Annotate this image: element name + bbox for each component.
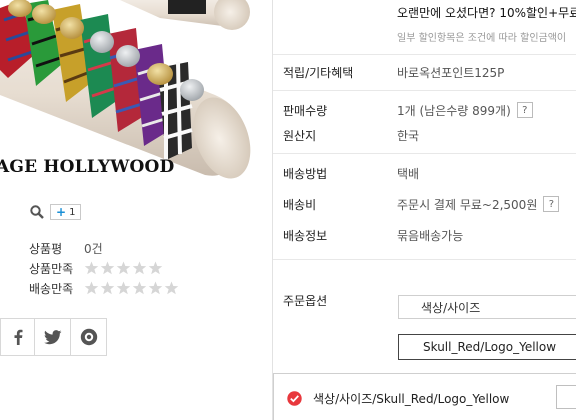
- row-points: 적립/기타혜택 바로옥션포인트125P: [273, 62, 576, 82]
- star-icon: [100, 261, 115, 275]
- product-info-panel: 오랜만에 오셨다면? 10%할인+무료 일부 할인항목은 조건에 따라 할인금액…: [272, 0, 576, 420]
- star-icon: [148, 281, 163, 295]
- facebook-share-button[interactable]: [1, 319, 34, 355]
- divider: [273, 153, 576, 154]
- option-select-value: 색상/사이즈: [421, 300, 481, 315]
- row-shipping-method: 배송방법 택배: [273, 163, 576, 183]
- option-select-color-size[interactable]: 색상/사이즈: [398, 295, 576, 319]
- product-image-column: AGE HOLLYWOOD + 1 상품평 0건 상품만족 배송만족: [0, 0, 272, 420]
- row-label: 원산지: [283, 128, 317, 143]
- selected-option-text: 색상/사이즈/Skull_Red/Logo_Yellow: [313, 392, 510, 406]
- promo-title[interactable]: 오랜만에 오셨다면? 10%할인+무료: [397, 4, 576, 21]
- divider: [273, 90, 576, 91]
- shipping-fee-value: 주문시 결제 무료~2,500원: [397, 197, 538, 212]
- row-label: 판매수량: [283, 103, 328, 118]
- shipping-info-value: 묶음배송가능: [397, 228, 464, 243]
- check-circle-icon: [287, 391, 302, 406]
- shipping-method-value: 택배: [397, 166, 420, 181]
- stat-label: 배송만족: [29, 281, 74, 296]
- star-icon: [100, 281, 115, 295]
- review-count[interactable]: 0건: [84, 240, 103, 257]
- stat-row-reviews: 상품평 0건: [29, 238, 179, 258]
- star-icon: [116, 281, 131, 295]
- row-shipping-info: 배송정보 묶음배송가능: [273, 225, 576, 245]
- sales-value: 1개 (남은수량 899개): [397, 103, 511, 118]
- star-icon: [116, 261, 131, 275]
- twitter-share-button[interactable]: [34, 319, 70, 355]
- share-plus-button[interactable]: + 1: [50, 204, 82, 220]
- image-tools: + 1: [30, 203, 82, 221]
- row-label: 적립/기타혜택: [283, 65, 354, 80]
- row-label: 배송방법: [283, 166, 328, 181]
- sales-help-button[interactable]: ?: [516, 102, 533, 118]
- social-share-bar: [0, 318, 107, 356]
- row-sales-quantity: 판매수량 1개 (남은수량 899개) ?: [273, 100, 576, 120]
- facebook-icon: [14, 329, 22, 345]
- product-photo[interactable]: AGE HOLLYWOOD: [0, 0, 272, 196]
- star-icon: [84, 281, 99, 295]
- star-icon: [84, 261, 99, 275]
- row-shipping-fee: 배송비 주문시 결제 무료~2,500원 ?: [273, 194, 576, 214]
- divider: [273, 259, 576, 260]
- promo-subtitle: 일부 할인항목은 조건에 따라 할인금액이: [397, 33, 567, 44]
- star-icon: [148, 261, 163, 275]
- twitter-icon: [43, 329, 61, 344]
- order-option-label: 주문옵션: [283, 294, 328, 308]
- brand-logo-text: AGE HOLLYWOOD: [0, 157, 175, 177]
- row-origin: 원산지 한국: [273, 125, 576, 145]
- plus-icon: +: [56, 205, 67, 219]
- star-rating: [84, 261, 163, 275]
- origin-value: 한국: [397, 128, 420, 143]
- stat-row-delivery-satisfaction: 배송만족: [29, 278, 179, 298]
- stat-label: 상품만족: [29, 261, 74, 276]
- star-icon: [164, 281, 179, 295]
- row-label: 배송비: [283, 197, 317, 212]
- review-stats: 상품평 0건 상품만족 배송만족: [29, 238, 179, 298]
- star-icon: [132, 261, 147, 275]
- kakaostory-icon: [80, 328, 97, 346]
- magnifier-icon[interactable]: [30, 205, 44, 219]
- shipping-fee-help-button[interactable]: ?: [543, 196, 560, 212]
- selected-option-row: 색상/사이즈/Skull_Red/Logo_Yellow: [273, 373, 576, 420]
- star-icon: [132, 281, 147, 295]
- share-count: 1: [69, 206, 76, 218]
- option-select-selected[interactable]: Skull_Red/Logo_Yellow: [398, 334, 576, 360]
- option-selected-value: Skull_Red/Logo_Yellow: [423, 340, 557, 354]
- sales-value-wrap: 1개 (남은수량 899개) ?: [397, 102, 533, 119]
- kakaostory-share-button[interactable]: [70, 319, 106, 355]
- row-label: 배송정보: [283, 228, 328, 243]
- stat-label: 상품평: [29, 241, 63, 256]
- quantity-input[interactable]: [556, 385, 576, 409]
- stat-row-product-satisfaction: 상품만족: [29, 258, 179, 278]
- shipping-fee-wrap: 주문시 결제 무료~2,500원 ?: [397, 196, 560, 213]
- divider: [273, 54, 576, 55]
- star-rating: [84, 281, 179, 295]
- points-value: 바로옥션포인트125P: [397, 65, 505, 80]
